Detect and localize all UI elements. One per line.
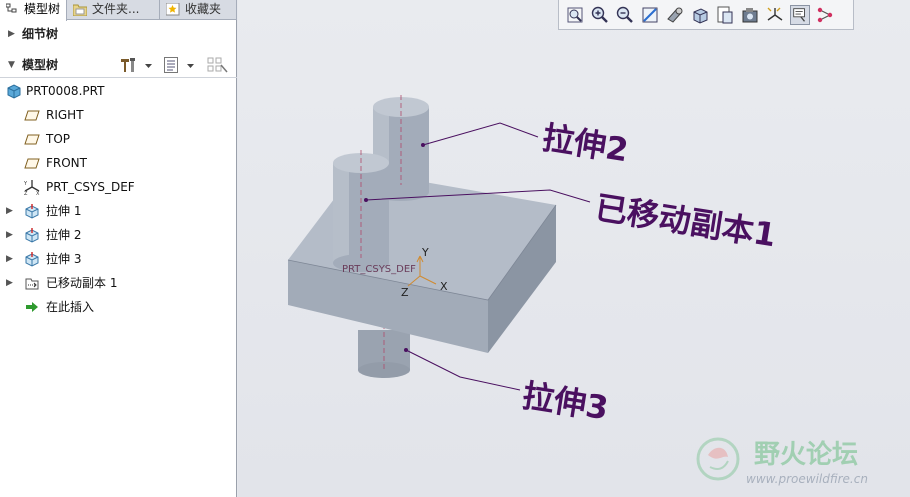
tab-folder-browser[interactable]: 文件夹... <box>68 0 160 20</box>
extrude-icon <box>25 252 39 267</box>
favorites-star-icon <box>166 3 180 16</box>
extrude-icon <box>25 204 39 219</box>
expand-arrow-icon[interactable]: ▶ <box>8 22 15 46</box>
watermark-url: www.proewildfire.cn <box>746 472 868 486</box>
leader-a3 <box>405 349 521 391</box>
tree-item-label: FRONT <box>46 156 87 170</box>
tree-item-label: 拉伸 1 <box>46 204 82 218</box>
collapse-arrow-icon[interactable]: ▼ <box>8 52 15 78</box>
annotation-moved-copy[interactable]: 已移动副本1 <box>593 188 779 254</box>
tree-item-label: PRT0008.PRT <box>26 84 105 98</box>
tab-model-tree[interactable]: 模型树 <box>0 0 67 21</box>
tab-favorites[interactable]: 收藏夹 <box>161 0 237 20</box>
tree-item-label: TOP <box>46 132 71 146</box>
repaint-icon[interactable] <box>640 5 660 25</box>
model-tree-tab-icon <box>6 3 17 13</box>
detail-tree-label: 细节树 <box>22 27 59 41</box>
tree-item-label: 在此插入 <box>46 300 95 314</box>
datum-plane-icon <box>24 134 40 145</box>
expand-arrow-icon[interactable]: ▶ <box>6 248 16 270</box>
saved-views-icon[interactable] <box>715 5 735 25</box>
network-display-icon[interactable] <box>815 5 835 25</box>
tab-label: 文件夹... <box>92 2 140 16</box>
tree-item-label: 拉伸 2 <box>46 228 82 242</box>
datum-plane-icon <box>24 110 40 121</box>
annotation-extrude-2[interactable]: 拉伸2 <box>540 118 631 169</box>
settings-dropdown-icon[interactable] <box>145 57 153 73</box>
forum-watermark: 野火论坛 www.proewildfire.cn <box>696 437 868 486</box>
svg-text:Z: Z <box>24 191 28 195</box>
expand-arrow-icon[interactable]: ▶ <box>6 224 16 246</box>
annotation-extrude-3[interactable]: 拉伸3 <box>520 376 611 427</box>
tree-item-label: PRT_CSYS_DEF <box>46 180 135 194</box>
coordinate-system-icon: Y X Z <box>24 180 40 195</box>
tab-label: 收藏夹 <box>185 2 222 16</box>
watermark-title: 野火论坛 <box>754 440 858 470</box>
folder-icon <box>73 4 87 16</box>
navigator-panel: 模型树 文件夹... 收藏夹 ▶ 细节树 ▼ 模型树 PRT0008.PRT R… <box>0 0 237 497</box>
insert-here-arrow-icon <box>26 302 38 312</box>
expand-arrow-icon[interactable]: ▶ <box>6 200 16 222</box>
tree-settings-icon[interactable] <box>120 57 136 73</box>
spin-center-icon[interactable] <box>665 5 685 25</box>
detail-tree-header[interactable]: ▶ 细节树 <box>0 22 237 46</box>
view-manager-icon[interactable] <box>740 5 760 25</box>
leader-a1 <box>422 122 539 146</box>
tab-label: 模型树 <box>24 2 61 16</box>
moved-copy-icon <box>25 278 39 290</box>
annotation-display-icon[interactable] <box>790 5 810 25</box>
model-tree-label: 模型树 <box>22 58 59 72</box>
datum-display-icon[interactable] <box>765 5 785 25</box>
svg-text:X: X <box>36 191 40 195</box>
model-tree-header[interactable]: ▼ 模型树 <box>0 52 237 78</box>
show-dropdown-icon[interactable] <box>187 57 195 73</box>
graphics-window[interactable]: Y X Z PRT_CSYS_DEF 拉伸2 已移动副本1 拉伸3 野火论坛 w… <box>238 0 910 497</box>
view-toolbar <box>558 0 854 30</box>
datum-plane-icon <box>24 158 40 169</box>
shaded-display-icon[interactable] <box>690 5 710 25</box>
axis-z-label: Z <box>401 286 409 299</box>
extrude-icon <box>25 228 39 243</box>
tree-filter-icon[interactable] <box>207 57 229 73</box>
model-scene[interactable]: Y X Z PRT_CSYS_DEF 拉伸2 已移动副本1 拉伸3 <box>238 0 910 497</box>
show-list-icon[interactable] <box>163 57 179 73</box>
refit-icon[interactable] <box>565 5 585 25</box>
tree-item-label: 已移动副本 1 <box>46 276 118 290</box>
tree-item-label: RIGHT <box>46 108 84 122</box>
expand-arrow-icon[interactable]: ▶ <box>6 272 16 294</box>
svg-text:Y: Y <box>24 181 28 187</box>
navigator-tabs: 模型树 文件夹... 收藏夹 <box>0 0 237 21</box>
axis-x-label: X <box>440 280 448 293</box>
cylinder-moved-copy-1[interactable] <box>333 150 389 272</box>
axis-y-label: Y <box>421 246 429 259</box>
csys-label: PRT_CSYS_DEF <box>342 264 416 275</box>
part-icon <box>7 84 21 99</box>
tree-item-label: 拉伸 3 <box>46 252 82 266</box>
zoom-out-icon[interactable] <box>615 5 635 25</box>
zoom-in-icon[interactable] <box>590 5 610 25</box>
